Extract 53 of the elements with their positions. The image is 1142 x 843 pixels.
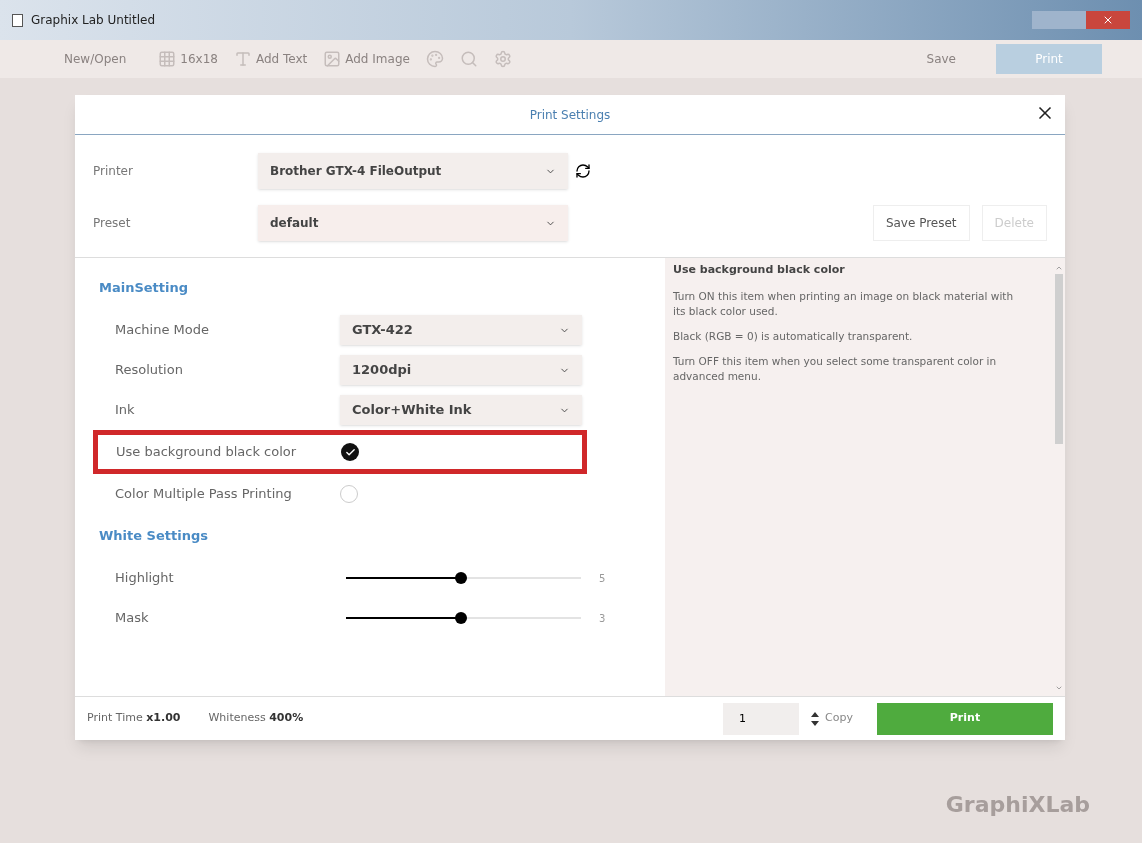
section-heading: White Settings [98,527,209,546]
checkbox[interactable] [340,485,358,503]
refresh-icon [575,163,591,179]
setting-label: Resolution [115,361,184,380]
dropdown[interactable]: GTX-422 [340,315,582,345]
whiteness: Whiteness 400% [208,710,304,727]
search-icon [459,50,478,68]
stepper-icon[interactable] [811,711,820,726]
field-label: Preset [93,215,132,232]
setting-label: Highlight [115,569,175,588]
document-icon [12,13,23,27]
setting-label: Machine Mode [115,321,210,340]
settings-icon [493,50,512,68]
toolbar-button[interactable]: Add Text [225,44,316,74]
setting-label: Ink [115,401,136,420]
slider-thumb[interactable] [455,572,468,584]
dialog-title: Print Settings [529,106,611,123]
image-icon [323,50,342,68]
app-logo: GraphiXLab [945,791,1090,819]
help-text: Turn OFF this item when you select some transparent color in advanced menu. [673,353,998,384]
section-heading: MainSetting [98,279,190,298]
text-icon [233,50,252,68]
help-text: Turn ON this item when printing an image on black material with its black color used. [673,288,1015,319]
dropdown[interactable]: Color+White Ink [340,395,582,425]
toolbar-button[interactable]: 16x18 [150,44,226,74]
palette-icon [425,50,444,68]
scroll-up-icon [1055,264,1063,272]
help-text: Black (RGB = 0) is automatically transparent. [673,328,914,344]
printer-dropdown[interactable]: Brother GTX-4 FileOutput [258,153,568,189]
copy-label: Copy [825,710,853,727]
print-time: Print Time x1.00 [87,710,181,727]
checkbox[interactable] [341,443,359,461]
slider-value: 3 [599,611,606,626]
toolbar-button[interactable]: New/Open [40,44,151,74]
slider-value: 5 [599,571,606,586]
preset-dropdown[interactable]: default [258,205,568,241]
help-title: Use background black color [673,262,846,278]
copies-field[interactable]: 1 [723,702,800,735]
dropdown[interactable]: 1200dpi [340,355,582,385]
setting-label: Use background black color [116,443,298,462]
preset-button[interactable]: Save Preset [872,205,970,241]
window-title: Graphix Lab Untitled [31,12,155,28]
check-icon [344,446,356,458]
field-label: Printer [93,163,134,180]
slider-thumb[interactable] [455,612,468,624]
print-button[interactable]: Print [877,702,1053,735]
close-icon [1102,14,1114,26]
toolbar-button[interactable]: Save [902,44,980,74]
toolbar-button[interactable]: Add Image [315,44,418,74]
setting-label: Mask [115,609,150,628]
setting-label: Color Multiple Pass Printing [115,485,293,504]
grid-icon [158,50,177,68]
scroll-down-icon [1055,684,1063,692]
